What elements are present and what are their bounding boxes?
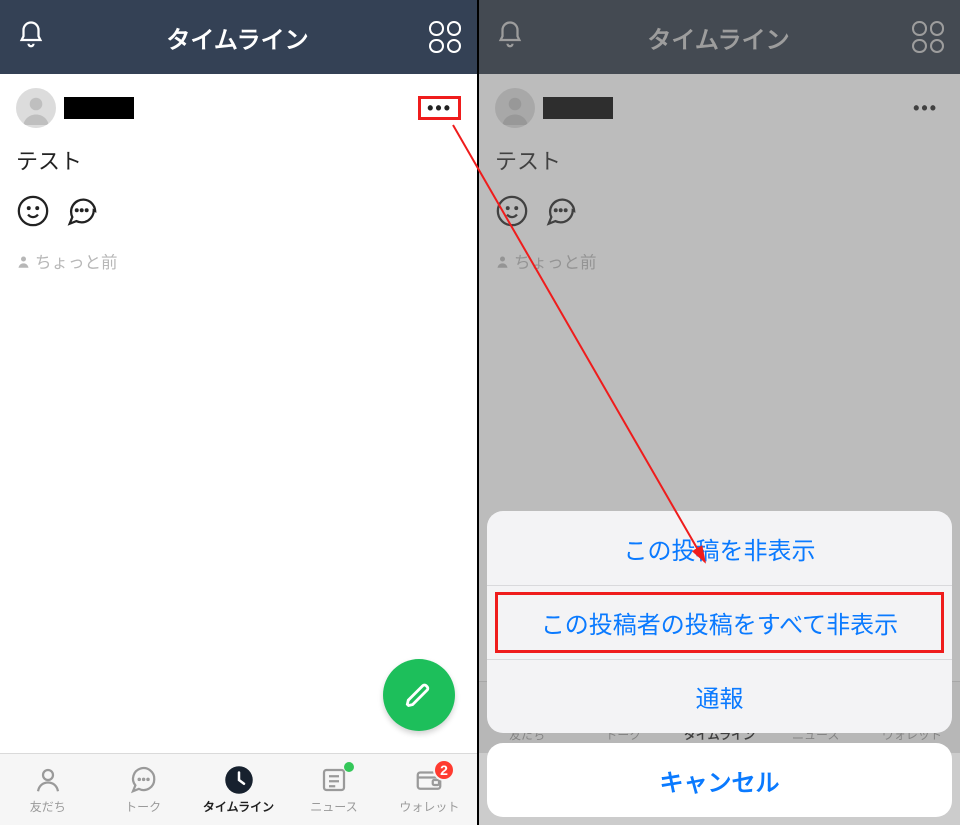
notification-bell-icon[interactable] — [16, 20, 46, 55]
header-title: タイムライン — [46, 20, 429, 55]
tab-news[interactable]: ニュース — [286, 754, 381, 825]
username-redacted — [64, 97, 134, 119]
tab-bar: 友だち トーク タイムライン ニュース 2 ウォレット — [0, 753, 477, 825]
timestamp-text: ちょっと前 — [35, 249, 118, 273]
person-icon — [33, 765, 63, 795]
wallet-badge: 2 — [433, 759, 455, 781]
post-more-button[interactable]: ••• — [418, 96, 461, 120]
compose-fab[interactable] — [383, 659, 455, 731]
comment-button[interactable] — [64, 194, 98, 233]
header: タイムライン — [0, 0, 477, 74]
pencil-icon — [405, 681, 433, 709]
action-hide-post[interactable]: この投稿を非表示 — [487, 511, 952, 585]
screen-timeline-actionsheet: タイムライン ••• テスト — [479, 0, 960, 825]
timeline-clock-icon — [224, 765, 254, 795]
apps-grid-icon[interactable] — [429, 21, 461, 53]
tab-friends[interactable]: 友だち — [0, 754, 95, 825]
tab-wallet[interactable]: 2 ウォレット — [382, 754, 477, 825]
screen-timeline: タイムライン ••• テスト — [0, 0, 479, 825]
unread-dot-icon — [344, 762, 354, 772]
timestamp: ちょっと前 — [16, 249, 461, 273]
action-hide-user-posts[interactable]: この投稿者の投稿をすべて非表示 — [487, 585, 952, 659]
post-text: テスト — [16, 144, 461, 176]
more-horizontal-icon: ••• — [427, 103, 452, 113]
tab-timeline[interactable]: タイムライン — [191, 754, 286, 825]
speech-bubble-icon — [128, 765, 158, 795]
timeline-post: ••• テスト ちょっと前 — [0, 74, 477, 273]
action-sheet: この投稿を非表示 この投稿者の投稿をすべて非表示 通報 キャンセル — [487, 511, 952, 817]
avatar[interactable] — [16, 88, 56, 128]
timeline-body: ••• テスト ちょっと前 — [0, 74, 477, 753]
like-smile-button[interactable] — [16, 194, 50, 233]
tab-talk[interactable]: トーク — [95, 754, 190, 825]
action-cancel[interactable]: キャンセル — [487, 743, 952, 817]
action-report[interactable]: 通報 — [487, 659, 952, 733]
